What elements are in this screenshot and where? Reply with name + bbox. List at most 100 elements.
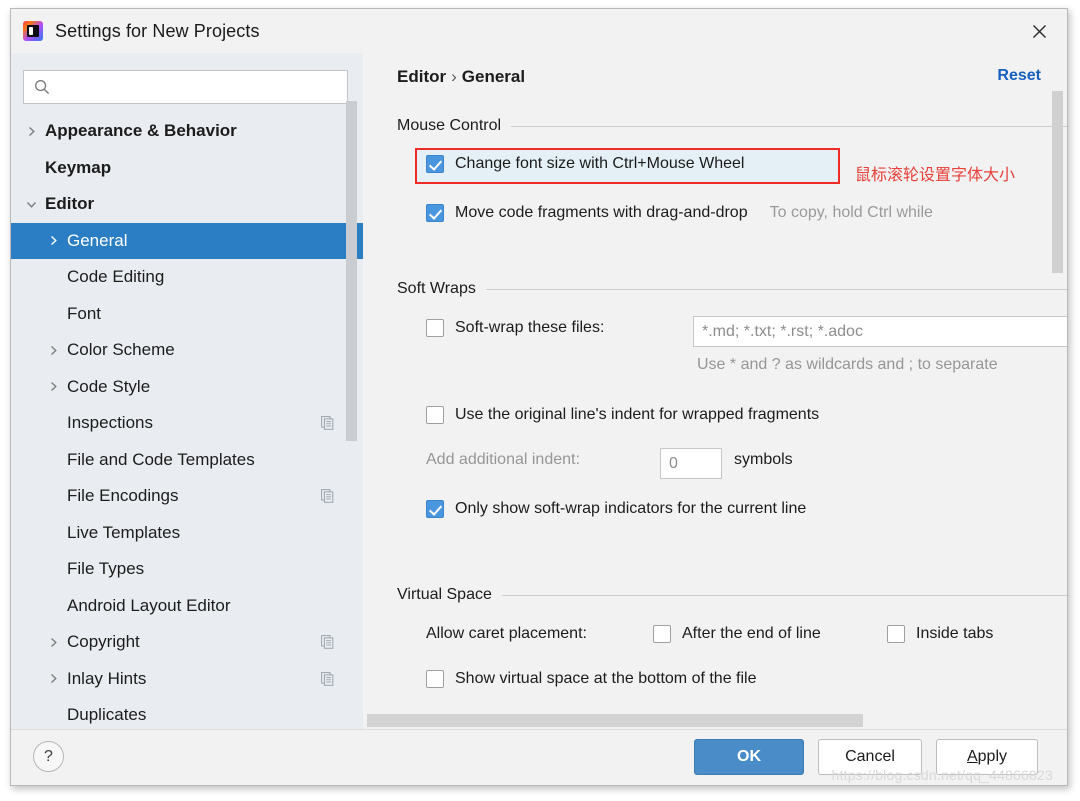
after-end-of-line-label: After the end of line [682, 625, 821, 642]
sidebar-item-label: Inspections [67, 413, 153, 433]
sidebar-item-editor[interactable]: Editor [11, 186, 363, 223]
sidebar-item-label: Appearance & Behavior [45, 121, 237, 141]
apply-label-rest: pply [977, 748, 1008, 765]
sidebar-item-file-encodings[interactable]: File Encodings [11, 478, 363, 515]
only-show-indicators-label: Only show soft-wrap indicators for the c… [455, 500, 807, 517]
copy-settings-icon[interactable] [321, 489, 335, 504]
sidebar-item-label: General [67, 230, 128, 250]
group-title-mouse-control: Mouse Control [397, 117, 502, 134]
close-icon[interactable] [1011, 9, 1067, 53]
window-title: Settings for New Projects [55, 20, 260, 41]
row-original-indent[interactable]: Use the original line's indent for wrapp… [426, 406, 819, 424]
row-only-show-indicators[interactable]: Only show soft-wrap indicators for the c… [426, 500, 806, 518]
additional-indent-input[interactable] [660, 448, 722, 479]
copy-settings-icon[interactable] [321, 671, 335, 686]
apply-mnemonic: A [966, 748, 978, 765]
sidebar-item-label: Live Templates [67, 522, 181, 542]
sidebar-item-code-style[interactable]: Code Style [11, 369, 363, 406]
chevron-right-icon[interactable] [47, 344, 60, 357]
sidebar-item-general[interactable]: General [11, 222, 363, 259]
breadcrumb-separator: › [451, 67, 457, 86]
chevron-right-icon[interactable] [47, 672, 60, 685]
after-end-of-line-checkbox[interactable] [653, 625, 671, 643]
sidebar-item-label: Duplicates [67, 705, 147, 725]
sidebar-item-code-editing[interactable]: Code Editing [11, 259, 363, 296]
chevron-right-icon[interactable] [47, 636, 60, 649]
sidebar-item-inlay-hints[interactable]: Inlay Hints [11, 661, 363, 698]
sidebar-item-inspections[interactable]: Inspections [11, 405, 363, 442]
search-box[interactable] [23, 70, 348, 104]
sidebar-scrollbar-thumb[interactable] [346, 101, 357, 441]
sidebar-item-file-types[interactable]: File Types [11, 551, 363, 588]
sidebar-item-live-templates[interactable]: Live Templates [11, 515, 363, 552]
additional-indent-unit: symbols [734, 451, 793, 468]
group-soft-wraps: Soft Wraps [397, 278, 1067, 300]
sidebar-item-label: Android Layout Editor [67, 595, 231, 615]
sidebar-item-label: File Types [67, 559, 145, 579]
copy-settings-icon[interactable] [321, 416, 335, 431]
search-input[interactable] [58, 71, 328, 103]
breadcrumb-parent[interactable]: Editor [397, 67, 446, 86]
ok-button[interactable]: OK [694, 739, 804, 775]
group-virtual-space: Virtual Space [397, 584, 1067, 606]
chevron-right-icon[interactable] [47, 380, 60, 393]
sidebar-item-color-scheme[interactable]: Color Scheme [11, 332, 363, 369]
sidebar-item-label: Editor [45, 194, 95, 214]
soft-wrap-files-input[interactable] [693, 316, 1067, 347]
sidebar-item-android-layout-editor[interactable]: Android Layout Editor [11, 588, 363, 625]
main-scrollbar-vertical[interactable] [1052, 53, 1063, 731]
main-scrollbar-vertical-thumb[interactable] [1052, 91, 1063, 273]
sidebar-item-label: File Encodings [67, 486, 179, 506]
sidebar-item-file-and-code-templates[interactable]: File and Code Templates [11, 442, 363, 479]
copy-settings-icon[interactable] [321, 635, 335, 650]
sidebar-item-label: Color Scheme [67, 340, 175, 360]
sidebar-scrollbar[interactable] [346, 53, 357, 731]
cancel-button[interactable]: Cancel [818, 739, 922, 775]
group-divider [501, 594, 1067, 596]
settings-sidebar: Appearance & Behavior Keymap Editor General… [11, 53, 363, 731]
apply-button[interactable]: Apply [936, 739, 1038, 775]
sidebar-item-appearance-behavior[interactable]: Appearance & Behavior [11, 113, 363, 150]
sidebar-item-keymap[interactable]: Keymap [11, 150, 363, 187]
help-button[interactable]: ? [33, 741, 64, 772]
soft-wrap-files-help: Use * and ? as wildcards and ; to separa… [697, 356, 998, 373]
main-scrollbar-horizontal-thumb[interactable] [367, 714, 863, 727]
row-move-code-fragments[interactable]: Move code fragments with drag-and-drop T… [426, 204, 933, 222]
chevron-right-icon[interactable] [25, 125, 38, 138]
sidebar-item-label: Code Style [67, 376, 151, 396]
settings-main-panel: Editor › General Reset Mouse Control Chang… [363, 53, 1067, 731]
original-indent-checkbox[interactable] [426, 406, 444, 424]
show-virtual-space-checkbox[interactable] [426, 670, 444, 688]
sidebar-item-font[interactable]: Font [11, 296, 363, 333]
sidebar-item-duplicates[interactable]: Duplicates [11, 697, 363, 731]
soft-wrap-files-checkbox[interactable] [426, 319, 444, 337]
row-show-virtual-space[interactable]: Show virtual space at the bottom of the … [426, 670, 757, 688]
move-code-fragments-checkbox[interactable] [426, 204, 444, 222]
row-soft-wrap-files[interactable]: Soft-wrap these files: [426, 319, 604, 337]
show-virtual-space-label: Show virtual space at the bottom of the … [455, 670, 757, 687]
main-scrollbar-horizontal[interactable] [363, 714, 1067, 727]
row-change-font-size[interactable]: Change font size with Ctrl+Mouse Wheel [426, 155, 744, 173]
allow-caret-placement-label: Allow caret placement: [426, 625, 587, 642]
settings-content: Mouse Control Change font size with Ctrl… [363, 101, 1067, 709]
intellij-idea-icon [23, 21, 43, 41]
row-inside-tabs[interactable]: Inside tabs [887, 625, 993, 643]
row-additional-indent: Add additional indent: [426, 451, 580, 469]
group-title-virtual-space: Virtual Space [397, 586, 492, 603]
only-show-indicators-checkbox[interactable] [426, 500, 444, 518]
inside-tabs-checkbox[interactable] [887, 625, 905, 643]
dialog-footer: ? OK Cancel Apply https://blog.csdn.net/… [11, 729, 1067, 785]
breadcrumb-current: General [461, 67, 526, 86]
change-font-size-checkbox[interactable] [426, 155, 444, 173]
sidebar-item-label: Inlay Hints [67, 668, 147, 688]
group-title-soft-wraps: Soft Wraps [397, 280, 476, 297]
settings-tree[interactable]: Appearance & Behavior Keymap Editor General… [11, 113, 363, 731]
sidebar-item-copyright[interactable]: Copyright [11, 624, 363, 661]
chevron-right-icon[interactable] [47, 234, 60, 247]
group-divider [511, 125, 1067, 127]
sidebar-item-label: Code Editing [67, 267, 165, 287]
row-after-end-of-line[interactable]: After the end of line [653, 625, 821, 643]
sidebar-item-label: Font [67, 303, 102, 323]
reset-link[interactable]: Reset [997, 67, 1041, 85]
chevron-down-icon[interactable] [25, 198, 38, 211]
